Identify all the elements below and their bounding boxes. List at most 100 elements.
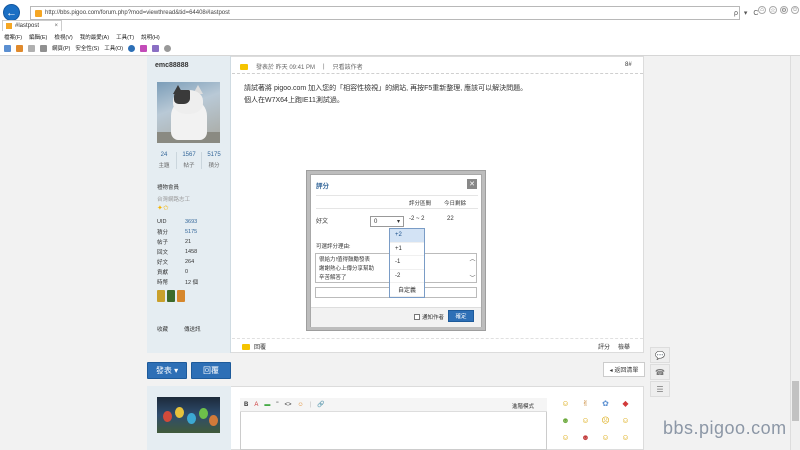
smiley-icon[interactable]: ☹ [600, 415, 611, 426]
post-meta: 發表於 昨天 09:41 PM | 只看該作者 [240, 62, 363, 71]
post-floor[interactable]: 8# [625, 62, 632, 68]
new-post-button[interactable]: 發表 ▾ [147, 362, 187, 379]
favorites-star-icon[interactable]: ☆ [769, 6, 777, 14]
profile-key: 帖子 [157, 240, 169, 246]
menu-view[interactable]: 檢視(V) [54, 33, 72, 41]
score-option[interactable]: +2 [390, 229, 424, 243]
help-icon[interactable] [128, 44, 136, 52]
home-cmd-icon[interactable] [4, 44, 11, 52]
cmd-page[interactable]: 網頁(P) [52, 44, 70, 52]
feeds-icon[interactable] [16, 44, 23, 52]
score-option[interactable]: +1 [390, 243, 424, 256]
post-footer [232, 338, 643, 353]
reply-button[interactable]: 回覆 [191, 362, 231, 379]
profile-row: 回文 1458 [157, 247, 227, 257]
score-option-custom[interactable]: 自定義 [390, 283, 424, 297]
stat-posts[interactable]: 1567 帖子 [177, 152, 202, 169]
back-to-list-button[interactable]: ◂ 返回清單 [603, 362, 645, 377]
emoticon-icon[interactable]: ☺ [298, 402, 304, 408]
smiley-icon[interactable]: ☻ [560, 415, 571, 426]
confirm-button[interactable]: 確定 [448, 310, 474, 322]
cmd-safety[interactable]: 安全性(S) [75, 44, 99, 52]
smiley-icon[interactable]: ☺ [560, 398, 571, 409]
quick-reply-icon[interactable]: 💬 [650, 347, 670, 363]
advanced-mode-link[interactable]: 進階模式 [512, 402, 534, 410]
stat-credits[interactable]: 5175 積分 [202, 152, 226, 169]
back-icon[interactable]: ← [3, 4, 20, 21]
score-select[interactable]: 0 ▾ [370, 216, 404, 227]
smiley-icon[interactable]: ☺ [580, 415, 591, 426]
menu-file[interactable]: 檔案(F) [4, 33, 22, 41]
research-icon[interactable] [140, 44, 148, 52]
menu-help[interactable]: 說明(H) [141, 33, 160, 41]
score-option[interactable]: -1 [390, 256, 424, 270]
command-bar: 網頁(P) 安全性(S) 工具(O) [0, 43, 800, 53]
author-name[interactable]: emc88888 [155, 62, 188, 69]
smiley-icon[interactable]: ✿ [600, 398, 611, 409]
cmd-tools[interactable]: 工具(O) [104, 44, 123, 52]
home-icon[interactable]: ⌂ [758, 6, 766, 14]
close-tab-icon[interactable]: × [54, 23, 58, 29]
send-message-link[interactable]: 傳送訊 [184, 325, 201, 333]
notify-author-option[interactable]: 通知作者 [414, 313, 444, 321]
menu-edit[interactable]: 編輯(E) [29, 33, 47, 41]
report-link[interactable]: 檢舉 [618, 342, 630, 351]
favorite-author-link[interactable]: 收藏 [157, 325, 168, 333]
feedback-smiley-icon[interactable]: ☺ [791, 6, 799, 14]
quote-icon[interactable]: " [276, 402, 278, 408]
smiley-icon[interactable]: ☻ [580, 432, 591, 443]
toolbar-divider: | [309, 401, 312, 408]
profile-value[interactable]: 3693 [185, 219, 197, 225]
medal-icon[interactable] [177, 290, 185, 302]
reason-label: 可選評分理由: [316, 244, 351, 250]
profile-key: 貢獻 [157, 270, 169, 276]
browser-tab[interactable]: #lastpost × [2, 20, 62, 31]
page-scrollbar[interactable] [790, 56, 800, 450]
reply-avatar [157, 397, 220, 433]
close-icon[interactable]: ✕ [467, 179, 477, 189]
settings-cmd-icon[interactable] [164, 44, 172, 52]
addon-icon[interactable] [152, 44, 160, 52]
smiley-icon[interactable]: ☺ [560, 432, 571, 443]
mail-icon[interactable] [28, 44, 35, 52]
rate-link[interactable]: 評分 [598, 342, 610, 351]
author-avatar[interactable] [157, 82, 220, 143]
profile-row: 時幣 12 個 [157, 277, 227, 287]
post-time: 發表於 昨天 09:41 PM [256, 65, 316, 71]
reason-scrollbar[interactable]: ︿ ﹀ [468, 254, 477, 282]
menu-favorites[interactable]: 我的最愛(A) [80, 33, 109, 41]
bold-icon[interactable]: B [244, 402, 248, 408]
font-color-icon[interactable]: A [254, 402, 258, 408]
profile-value[interactable]: 5175 [185, 229, 197, 235]
medal-icon[interactable] [167, 290, 175, 302]
only-author-link[interactable]: 只看該作者 [333, 62, 363, 71]
chevron-up-icon[interactable]: ︿ [469, 254, 475, 263]
link-icon[interactable]: 🔗 [317, 401, 324, 408]
rank-stars-icon: ✦✩ [157, 205, 169, 212]
smiley-icon[interactable]: ☺ [620, 415, 631, 426]
notify-checkbox[interactable] [414, 314, 420, 320]
code-icon[interactable]: <> [285, 402, 292, 408]
smiley-icon[interactable]: ☺ [600, 432, 611, 443]
profile-key: 積分 [157, 230, 169, 236]
stat-threads[interactable]: 24 主題 [152, 152, 177, 169]
background-color-icon[interactable]: ▬ [264, 402, 270, 408]
profile-key: 時幣 [157, 280, 169, 286]
smiley-icon[interactable]: ☺ [620, 432, 631, 443]
reply-link[interactable]: 回覆 [242, 342, 266, 351]
menu-tools[interactable]: 工具(T) [116, 33, 134, 41]
contact-icon[interactable]: ☎ [650, 364, 670, 380]
smiley-icon[interactable]: ✌ [580, 398, 591, 409]
medal-icon[interactable] [157, 290, 165, 302]
address-bar[interactable]: http://bbs.pigoo.com/forum.php?mod=viewt… [30, 6, 740, 20]
settings-gear-icon[interactable]: ⚙ [780, 6, 788, 14]
scroll-thumb[interactable] [792, 381, 799, 421]
profile-key: 好文 [157, 260, 169, 266]
smiley-icon[interactable]: ◆ [620, 398, 631, 409]
score-option[interactable]: -2 [390, 270, 424, 283]
chevron-down-icon[interactable]: ﹀ [469, 273, 475, 282]
list-icon[interactable]: ☰ [650, 381, 670, 397]
print-icon[interactable] [40, 44, 47, 52]
address-tools[interactable]: ρ ▾ C [734, 9, 760, 17]
author-medals [157, 290, 185, 302]
